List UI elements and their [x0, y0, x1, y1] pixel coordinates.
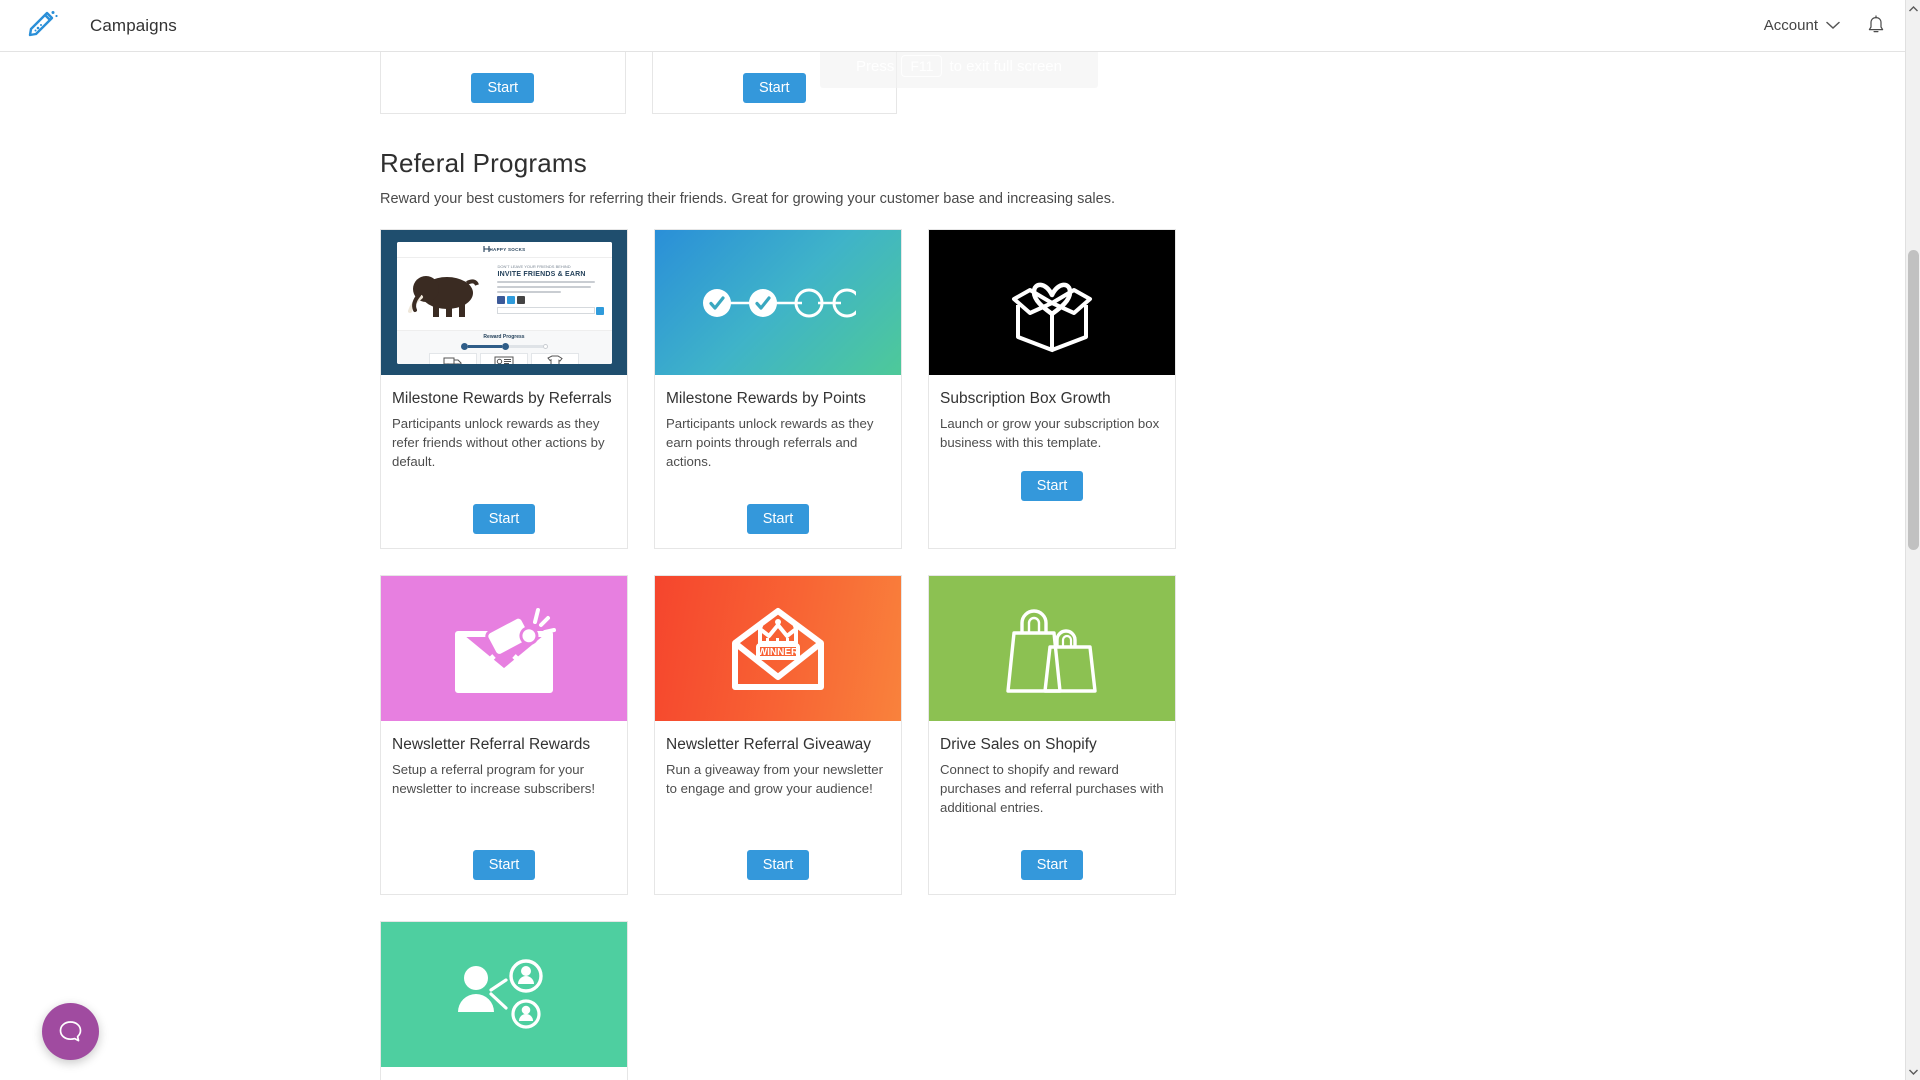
top-navigation-bar: Campaigns Account — [0, 0, 1920, 52]
template-card[interactable]: WINNER Newsletter Referral Giveaway Run … — [654, 575, 902, 895]
page-title: Campaigns — [90, 15, 177, 35]
card-body: Milestone Rewards by Points Participants… — [655, 375, 901, 548]
envelope-winner-crown-icon: WINNER — [655, 576, 901, 721]
card-description: Setup a referral program for your newsle… — [392, 762, 596, 796]
card-description: Participants unlock rewards as they earn… — [666, 416, 874, 469]
svg-text:WINNER: WINNER — [758, 647, 799, 658]
card-title: Drive Sales on Shopify — [940, 736, 1097, 753]
thumb-progress-title: Reward Progress — [483, 333, 525, 340]
start-button[interactable]: Start — [1020, 470, 1084, 501]
section-subtitle-referral: Reward your best customers for referring… — [380, 191, 1115, 207]
bell-icon[interactable] — [1866, 14, 1886, 37]
topbar-actions: Account — [1764, 14, 1886, 37]
people-network-icon — [381, 922, 627, 1067]
start-button[interactable]: Start — [472, 504, 536, 534]
start-button[interactable]: Start — [471, 72, 535, 103]
referral-card-grid: HAPPY SOCKS DON'T LEAVE YOUR FRIENDS BEH… — [380, 229, 1440, 1080]
card-body: Subscription Box Growth Launch or grow y… — [929, 375, 1175, 548]
template-card[interactable]: Newsletter Referral Rewards Setup a refe… — [380, 575, 628, 895]
clipped-card-spacer — [923, 52, 1168, 114]
mammoth-landing-page-screenshot: HAPPY SOCKS DON'T LEAVE YOUR FRIENDS BEH… — [381, 230, 627, 375]
clipped-card-spacer — [1195, 52, 1440, 114]
card-title: Subscription Box Growth — [940, 390, 1111, 407]
scrollbar-thumb[interactable] — [1908, 250, 1919, 550]
clipped-card[interactable]: Start — [380, 52, 626, 114]
grid-spacer — [654, 921, 902, 1080]
template-card[interactable]: Drive Sales on Shopify Connect to shopif… — [928, 575, 1176, 895]
clipped-card[interactable]: Start — [651, 52, 898, 114]
start-button[interactable]: Start — [472, 850, 536, 880]
start-button[interactable]: Start — [746, 504, 810, 534]
card-body: Newsletter Referral Giveaway Run a givea… — [655, 721, 901, 894]
shopping-bags-icon — [929, 576, 1175, 721]
thumb-kicker: DON'T LEAVE YOUR FRIENDS BEHIND — [497, 263, 571, 269]
vertical-scrollbar[interactable] — [1905, 0, 1920, 1080]
content-column: Start Start Referal Programs Reward your… — [380, 52, 1440, 1080]
chevron-down-icon — [1826, 21, 1840, 30]
scroll-up-arrow[interactable] — [1906, 0, 1920, 17]
account-menu-button[interactable]: Account — [1764, 17, 1840, 34]
start-button[interactable]: Start — [1020, 850, 1084, 880]
card-title: Milestone Rewards by Referrals — [392, 390, 612, 407]
card-description: Launch or grow your subscription box bus… — [940, 416, 1160, 450]
card-description: Participants unlock rewards as they refe… — [392, 416, 605, 469]
start-button[interactable]: Start — [746, 850, 810, 880]
card-body: Milestone Rewards by Referrals Participa… — [381, 375, 627, 548]
page-scroll-region: Start Start Referal Programs Reward your… — [0, 52, 1905, 1080]
template-card[interactable]: Subscription Box Growth Launch or grow y… — [928, 229, 1176, 549]
template-card[interactable]: HAPPY SOCKS DON'T LEAVE YOUR FRIENDS BEH… — [380, 229, 628, 549]
thumb-headline: INVITE FRIENDS & EARN — [497, 270, 586, 278]
card-description: Run a giveaway from your newsletter to e… — [666, 762, 883, 796]
template-card[interactable]: Refer Friends Giveaway Create a viral gi… — [380, 921, 628, 1080]
card-body: Newsletter Referral Rewards Setup a refe… — [381, 721, 627, 894]
card-description: Connect to shopify and reward purchases … — [940, 762, 1164, 815]
card-title: Newsletter Referral Giveaway — [666, 736, 872, 753]
card-body: Drive Sales on Shopify Connect to shopif… — [929, 721, 1175, 894]
card-title: Newsletter Referral Rewards — [392, 736, 591, 753]
beaker-icon[interactable] — [24, 7, 62, 45]
chat-bubble-icon — [59, 1021, 82, 1042]
gift-box-heart-icon — [929, 230, 1175, 375]
envelope-megaphone-icon — [381, 576, 627, 721]
clipped-card-row: Start Start — [380, 52, 1440, 114]
help-chat-widget-button[interactable] — [42, 1003, 99, 1060]
milestone-progress-icon — [655, 230, 901, 375]
thumb-brand: HAPPY SOCKS — [489, 246, 526, 252]
account-menu-label: Account — [1763, 17, 1818, 34]
template-card[interactable]: Milestone Rewards by Points Participants… — [654, 229, 902, 549]
scroll-down-arrow[interactable] — [1906, 1063, 1920, 1080]
section-title-referral: Referal Programs — [380, 148, 587, 178]
card-body: Refer Friends Giveaway Create a viral gi… — [381, 1067, 627, 1080]
card-title: Milestone Rewards by Points — [666, 390, 866, 407]
start-button[interactable]: Start — [742, 72, 806, 103]
